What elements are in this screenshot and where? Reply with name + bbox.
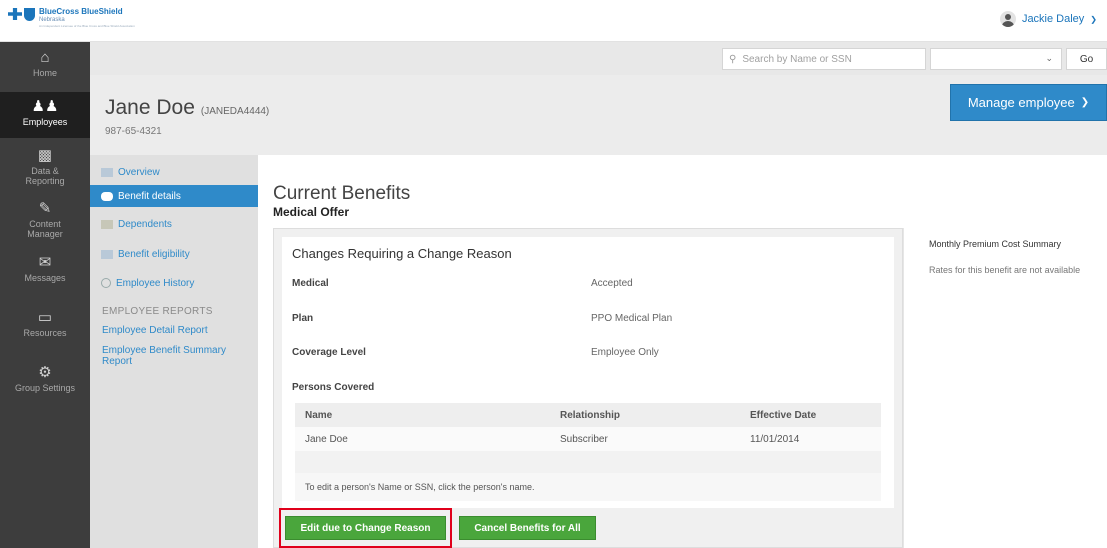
cell-person-name[interactable]: Jane Doe [305,434,348,445]
column-header-effective-date: Effective Date [750,410,817,421]
nav-item-data-reporting[interactable]: ▩ Data & Reporting [0,148,90,188]
reports-heading: EMPLOYEE REPORTS [102,306,213,317]
chevron-down-icon: ❯ [1090,14,1097,24]
premium-summary-text: Rates for this benefit are not available [929,265,1081,275]
card-title: Changes Requiring a Change Reason [292,246,512,261]
dependents-icon [101,219,113,229]
field-label-plan: Plan [292,313,314,324]
column-header-name: Name [305,410,333,421]
top-header: BlueCross BlueShield Nebraska An Indepen… [0,0,1107,42]
edit-change-reason-button[interactable]: Edit due to Change Reason [285,516,446,540]
edit-person-note: To edit a person's Name or SSN, click th… [305,482,535,492]
nav-label: Data & Reporting [25,166,65,186]
people-icon: ♟♟ [31,98,59,115]
brand-logo[interactable]: BlueCross BlueShield Nebraska An Indepen… [8,8,135,29]
cancel-benefits-button[interactable]: Cancel Benefits for All [459,516,596,540]
main-content: Current Benefits Medical Offer Changes R… [258,155,1107,548]
main-nav: ⌂ Home ♟♟ Employees ▩ Data & Reporting ✎… [0,42,90,548]
field-value-coverage-level: Employee Only [591,347,659,358]
page-subtitle: Medical Offer [273,205,350,219]
eligibility-icon [101,249,113,259]
page-title: Current Benefits [273,183,411,204]
field-value-medical: Accepted [591,278,633,289]
field-value-plan: PPO Medical Plan [591,313,673,324]
premium-summary-panel: Monthly Premium Cost Summary Rates for t… [903,228,1107,548]
nav-item-content-manager[interactable]: ✎ Content Manager [0,201,90,241]
employee-name-row: Jane Doe (JANEDA4444) [105,96,269,120]
shield-icon [24,8,35,21]
search-box[interactable]: ⚲ [722,48,926,70]
user-avatar-icon [999,11,1016,27]
bar-chart-icon: ▩ [37,147,53,164]
subnav-label: Dependents [118,218,172,230]
nav-item-employees[interactable]: ♟♟ Employees [0,92,90,138]
brand-region: Nebraska [39,17,65,23]
home-icon: ⌂ [40,49,50,66]
search-scope-select[interactable]: ⌄ [930,48,1062,70]
subnav-label: Employee History [116,277,195,289]
employee-name: Jane Doe [105,96,195,119]
card-actions: Edit due to Change Reason Cancel Benefit… [274,508,902,548]
manage-employee-label: Manage employee [967,95,1075,110]
nav-item-home[interactable]: ⌂ Home [0,50,90,90]
employee-id: (JANEDA4444) [200,106,270,117]
search-icon: ⚲ [729,53,737,65]
go-button[interactable]: Go [1066,48,1107,70]
subnav-label: Overview [118,166,160,178]
book-icon: ▭ [37,309,53,326]
table-footer: To edit a person's Name or SSN, click th… [295,473,881,501]
cell-effective-date: 11/01/2014 [750,434,800,445]
nav-label: Messages [24,273,66,283]
field-label-medical: Medical [292,278,329,289]
nav-label: Resources [23,328,67,338]
employee-ssn: 987-65-4321 [105,126,162,137]
nav-item-resources[interactable]: ▭ Resources [0,310,90,350]
nav-label: Employees [22,117,68,127]
subnav-item-dependents[interactable]: Dependents [90,213,258,235]
table-row[interactable]: Jane Doe Subscriber 11/01/2014 [295,427,881,451]
nav-label: Group Settings [14,383,76,393]
user-name: Jackie Daley [1021,13,1085,25]
brand-name: BlueCross BlueShield [39,7,123,16]
subnav-label: Benefit eligibility [118,248,190,260]
search-bar: ⚲ ⌄ Go [90,42,1107,75]
employee-header: Jane Doe (JANEDA4444) 987-65-4321 Manage … [90,75,1107,155]
nav-item-messages[interactable]: ✉ Messages [0,255,90,295]
nav-item-group-settings[interactable]: ⚙ Group Settings [0,365,90,405]
edit-icon: ✎ [38,200,52,217]
table-spacer [295,451,881,473]
report-link-employee-detail[interactable]: Employee Detail Report [102,325,252,336]
search-input[interactable] [742,53,913,65]
envelope-icon: ✉ [38,254,52,271]
chevron-down-icon: ❯ [1080,97,1090,108]
gears-icon: ⚙ [38,364,52,381]
subnav-item-employee-history[interactable]: Employee History [90,272,258,294]
employee-subnav: Overview Benefit details Dependents Bene… [90,155,258,548]
column-header-relationship: Relationship [560,410,621,421]
history-icon [101,278,111,288]
benefit-icon [101,191,113,201]
subnav-item-benefit-details[interactable]: Benefit details [90,185,258,207]
nav-label: Content Manager [27,219,63,239]
subnav-item-benefit-eligibility[interactable]: Benefit eligibility [90,243,258,265]
table-header: Name Relationship Effective Date [295,403,881,427]
overview-icon [101,167,113,177]
premium-summary-title: Monthly Premium Cost Summary [929,239,1062,249]
field-label-persons-covered: Persons Covered [292,382,375,393]
subnav-item-overview[interactable]: Overview [90,161,258,183]
chevron-down-icon: ⌄ [1045,53,1053,63]
logo-text: BlueCross BlueShield Nebraska An Indepen… [39,8,135,29]
manage-employee-button[interactable]: Manage employee ❯ [950,84,1107,121]
cross-icon [8,8,22,20]
nav-label: Home [32,68,57,78]
field-label-coverage-level: Coverage Level [292,347,366,358]
subnav-label: Benefit details [118,190,181,202]
user-menu[interactable]: Jackie Daley ❯ [999,11,1097,27]
change-reason-card: Changes Requiring a Change Reason Medica… [273,228,903,548]
cell-relationship: Subscriber [560,434,608,445]
card-body: Changes Requiring a Change Reason Medica… [282,237,894,508]
report-link-benefit-summary[interactable]: Employee Benefit Summary Report [102,345,252,367]
logo-mark [8,8,35,21]
brand-tagline: An Independent Licensee of the Blue Cros… [39,24,135,28]
